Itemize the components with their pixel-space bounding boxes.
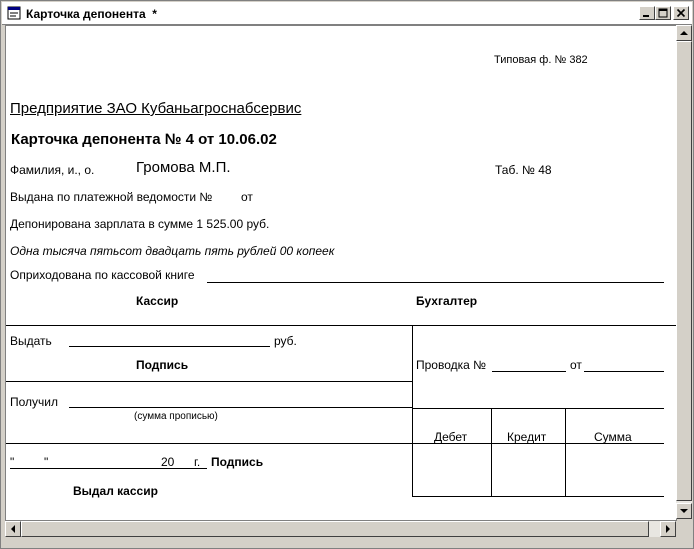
maximize-button[interactable] xyxy=(655,6,671,20)
row-line-2 xyxy=(6,443,664,444)
horizontal-scrollbar[interactable] xyxy=(5,521,676,537)
document-window: Карточка депонента * Типовая ф. № 382 Пр… xyxy=(0,0,694,549)
row-line-1 xyxy=(6,381,412,382)
issued-by-cashier: Выдал кассир xyxy=(73,484,158,498)
fio-label: Фамилия, и., о. xyxy=(10,163,95,177)
divider-vertical xyxy=(412,325,413,497)
entry-number-line xyxy=(492,371,566,372)
year-prefix: 20 xyxy=(161,455,175,469)
credit-sum-divider xyxy=(565,408,566,497)
vertical-scroll-thumb[interactable] xyxy=(676,41,692,501)
document-canvas: Типовая ф. № 382 Предприятие ЗАО Кубаньа… xyxy=(5,25,677,521)
accounting-bottom-line xyxy=(412,496,664,497)
cashier-label: Кассир xyxy=(136,294,179,308)
table-top-line xyxy=(6,325,676,326)
credit-header: Кредит xyxy=(507,430,547,444)
form-number: Типовая ф. № 382 xyxy=(494,54,588,66)
close-button[interactable] xyxy=(673,6,689,20)
amount-in-words: Одна тысяча пятьсот двадцать пять рублей… xyxy=(10,244,335,258)
issued-label: Выдана по платежной ведомости № xyxy=(10,190,213,204)
signature-label: Подпись xyxy=(136,358,189,372)
scroll-up-button[interactable] xyxy=(676,25,692,41)
vertical-scrollbar[interactable] xyxy=(676,25,692,519)
sum-words-hint: (сумма прописью) xyxy=(134,411,218,422)
year-suffix: г. xyxy=(194,455,201,469)
entry-label: Проводка № xyxy=(416,358,487,372)
horizontal-scroll-thumb[interactable] xyxy=(21,521,649,537)
scroll-down-button[interactable] xyxy=(676,503,692,519)
pay-amount-line xyxy=(69,346,270,347)
pay-label: Выдать xyxy=(10,334,52,348)
debit-credit-divider xyxy=(491,408,492,497)
title-bar[interactable]: Карточка депонента * xyxy=(2,2,692,25)
received-line xyxy=(69,407,412,408)
rub-label: руб. xyxy=(274,334,297,348)
posted-label: Оприходована по кассовой книге xyxy=(10,268,195,282)
signature2-label: Подпись xyxy=(211,455,264,469)
fio-value: Громова М.П. xyxy=(136,159,231,176)
posted-line xyxy=(207,282,664,283)
debit-header: Дебет xyxy=(434,430,468,444)
entry-from-label: от xyxy=(570,358,582,372)
card-heading: Карточка депонента № 4 от 10.06.02 xyxy=(11,131,277,148)
issued-from-label: от xyxy=(241,190,253,204)
received-label: Получил xyxy=(10,395,58,409)
scroll-left-button[interactable] xyxy=(5,521,21,537)
window-title: Карточка депонента * xyxy=(26,7,157,21)
enterprise-name: Предприятие ЗАО Кубаньагроснабсервис xyxy=(10,100,302,117)
sum-header: Сумма xyxy=(594,430,632,444)
document-icon xyxy=(7,6,21,20)
tab-number: Таб. № 48 xyxy=(495,163,552,177)
entry-date-line xyxy=(584,371,664,372)
accountant-label: Бухгалтер xyxy=(416,294,478,308)
date-quote-close: " xyxy=(44,455,49,469)
deposited-amount: Депонирована зарплата в сумме 1 525.00 р… xyxy=(10,217,270,231)
accounting-header-top xyxy=(412,408,664,409)
date-quote-open: " xyxy=(10,455,15,469)
minimize-button[interactable] xyxy=(639,6,655,20)
date-line xyxy=(10,468,207,469)
scroll-right-button[interactable] xyxy=(660,521,676,537)
